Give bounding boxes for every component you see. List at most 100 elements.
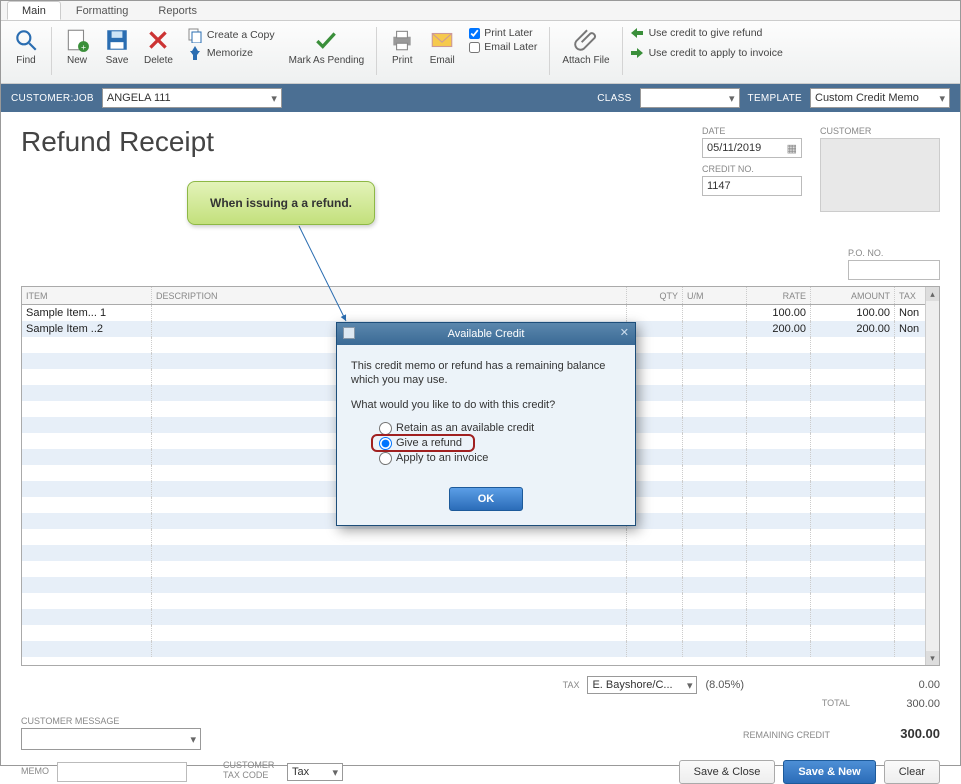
cell-um[interactable] [683,369,747,385]
cell-um[interactable] [683,545,747,561]
tab-formatting[interactable]: Formatting [61,1,144,20]
scroll-down-button[interactable]: ▾ [926,651,939,665]
cell-amount[interactable] [811,513,895,529]
template-combo[interactable]: Custom Credit Memo▾ [810,88,950,108]
cell-item[interactable] [22,449,152,465]
cell-item[interactable]: Sample Item ..2 [22,321,152,337]
cell-rate[interactable] [747,593,811,609]
cell-rate[interactable] [747,577,811,593]
dialog-ok-button[interactable]: OK [449,487,524,511]
cell-desc[interactable] [152,561,627,577]
dialog-close-icon[interactable]: ✕ [620,326,629,339]
cell-um[interactable] [683,513,747,529]
radio-invoice-input[interactable] [379,452,392,465]
credit-no-input[interactable]: 1147 [702,176,802,196]
cell-item[interactable] [22,369,152,385]
customer-address-box[interactable] [820,138,940,212]
tab-main[interactable]: Main [7,1,61,20]
cell-amount[interactable] [811,337,895,353]
cell-item[interactable] [22,417,152,433]
cell-um[interactable] [683,481,747,497]
cell-um[interactable] [683,401,747,417]
cell-amount[interactable] [811,449,895,465]
radio-apply-invoice[interactable]: Apply to an invoice [379,452,621,465]
cell-item[interactable] [22,401,152,417]
cell-rate[interactable] [747,529,811,545]
cell-item[interactable] [22,609,152,625]
cell-um[interactable] [683,609,747,625]
cell-amount[interactable] [811,465,895,481]
po-input[interactable] [848,260,940,280]
cell-um[interactable] [683,337,747,353]
th-amount[interactable]: AMOUNT [811,287,895,304]
cell-item[interactable] [22,625,152,641]
email-later-checkbox[interactable] [469,42,480,53]
cell-rate[interactable] [747,497,811,513]
delete-button[interactable]: Delete [138,25,179,68]
cell-item[interactable] [22,433,152,449]
cell-amount[interactable] [811,641,895,657]
cell-amount[interactable] [811,353,895,369]
table-row[interactable] [22,593,939,609]
cell-desc[interactable] [152,593,627,609]
cell-qty[interactable] [627,305,683,321]
cell-desc[interactable] [152,609,627,625]
cell-desc[interactable] [152,529,627,545]
cell-um[interactable] [683,577,747,593]
save-new-button[interactable]: Save & New [783,760,875,784]
cell-amount[interactable]: 200.00 [811,321,895,337]
table-row[interactable]: Sample Item... 1100.00100.00Non [22,305,939,321]
cell-rate[interactable] [747,369,811,385]
tax-code-combo[interactable]: E. Bayshore/C...▾ [587,676,697,694]
cell-amount[interactable] [811,545,895,561]
cell-um[interactable] [683,561,747,577]
table-row[interactable] [22,609,939,625]
calendar-icon[interactable]: ▦ [787,142,797,155]
cell-qty[interactable] [627,593,683,609]
cell-amount[interactable] [811,497,895,513]
cell-amount[interactable] [811,385,895,401]
cell-rate[interactable] [747,433,811,449]
clear-button[interactable]: Clear [884,760,940,784]
attach-file-button[interactable]: Attach File [556,25,615,68]
email-button[interactable]: Email [423,25,461,68]
print-button[interactable]: Print [383,25,421,68]
memorize-button[interactable]: Memorize [187,45,275,61]
cell-item[interactable] [22,529,152,545]
cell-amount[interactable] [811,417,895,433]
cell-qty[interactable] [627,545,683,561]
cell-amount[interactable] [811,561,895,577]
cell-rate[interactable] [747,417,811,433]
tab-reports[interactable]: Reports [143,1,212,20]
cell-rate[interactable] [747,337,811,353]
customer-message-combo[interactable]: ▾ [21,728,201,750]
scroll-up-button[interactable]: ▴ [926,287,939,301]
print-later-checkbox[interactable] [469,28,480,39]
cell-um[interactable] [683,417,747,433]
cell-item[interactable] [22,641,152,657]
cell-rate[interactable] [747,385,811,401]
cell-qty[interactable] [627,561,683,577]
cell-item[interactable]: Sample Item... 1 [22,305,152,321]
cell-item[interactable] [22,353,152,369]
cell-item[interactable] [22,385,152,401]
table-row[interactable] [22,561,939,577]
th-qty[interactable]: QTY [627,287,683,304]
cell-qty[interactable] [627,609,683,625]
cell-desc[interactable] [152,577,627,593]
cell-um[interactable] [683,529,747,545]
cell-um[interactable] [683,641,747,657]
cell-item[interactable] [22,577,152,593]
cell-desc[interactable] [152,545,627,561]
cell-rate[interactable] [747,513,811,529]
cell-rate[interactable] [747,561,811,577]
cell-item[interactable] [22,593,152,609]
memo-input[interactable] [57,762,187,782]
cell-amount[interactable]: 100.00 [811,305,895,321]
cell-qty[interactable] [627,577,683,593]
radio-refund-input[interactable] [379,437,392,450]
table-row[interactable] [22,545,939,561]
cell-item[interactable] [22,337,152,353]
mark-pending-button[interactable]: Mark As Pending [283,25,371,68]
dialog-system-icon[interactable] [343,327,355,339]
